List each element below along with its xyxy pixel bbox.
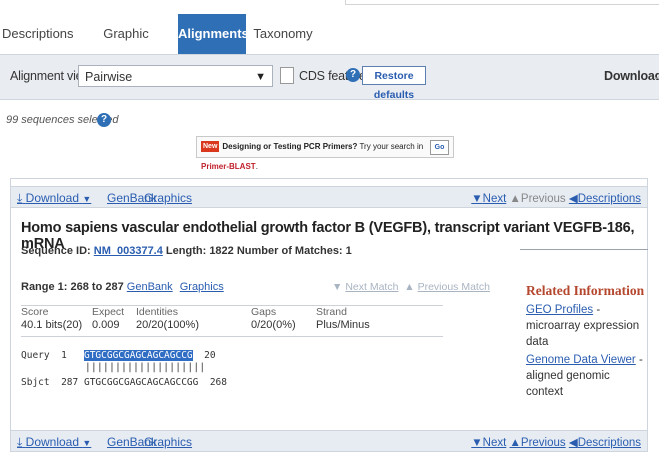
stat-header: Expect: [92, 306, 125, 318]
graphics-link[interactable]: Graphics: [144, 435, 192, 449]
stat-header: Strand: [316, 306, 347, 318]
download-link[interactable]: ⤓ Download ▼: [17, 191, 91, 206]
banner-text: Designing or Testing PCR Primers?: [222, 142, 358, 151]
new-badge: New: [201, 141, 220, 153]
primer-blast-banner[interactable]: New Designing or Testing PCR Primers? Try…: [196, 136, 454, 171]
range-line: Range 1: 268 to 287 GenBank Graphics: [21, 281, 224, 293]
subject-line: Sbjct 287 GTGCGGCGAGCAGCAGCCGG 268: [21, 377, 227, 388]
stat-header: Identities: [136, 306, 179, 318]
range-graphics-link[interactable]: Graphics: [180, 281, 224, 293]
alignment-view-select[interactable]: Pairwise ▼: [78, 65, 273, 87]
alignment-match-bars: ||||||||||||||||||||: [85, 362, 206, 373]
stat-value: 0.009: [92, 319, 120, 331]
hit-navigation: ▼Next ▲Previous ◀Descriptions: [471, 191, 641, 205]
primer-blast-link[interactable]: Primer-BLAST: [201, 162, 256, 171]
chevron-down-icon: ▼: [82, 194, 92, 204]
related-information: Related Information GEO Profiles - micro…: [526, 283, 648, 400]
query-sequence-selected[interactable]: GTGCGGCGAGCAGCAGCCG: [83, 350, 193, 361]
genome-data-viewer-link[interactable]: Genome Data Viewer: [526, 354, 636, 366]
hit-footer-bar: ⤓ Download ▼ GenBank Graphics ▼Next ▲Pre…: [10, 430, 648, 452]
related-heading: Related Information: [526, 283, 645, 298]
download-icon: ⤓: [17, 191, 23, 205]
result-tabs: Descriptions Graphic Summary Alignments …: [0, 14, 659, 77]
hit-navigation: ▼Next ▲Previous ◀Descriptions: [471, 435, 641, 449]
stat-header: Gaps: [251, 306, 277, 318]
cds-feature-checkbox[interactable]: [280, 67, 294, 84]
divider: [21, 336, 443, 337]
range-label: Range 1: 268 to 287: [21, 281, 124, 293]
tab-graphic-summary[interactable]: Graphic Summary: [84, 16, 168, 77]
banner-try-text: Try your search in: [359, 142, 424, 151]
next-link[interactable]: ▼Next: [471, 437, 506, 449]
range-genbank-link[interactable]: GenBank: [127, 281, 173, 293]
previous-match-link: ▲ Previous Match: [404, 281, 490, 293]
stat-value: 0/20(0%): [251, 319, 296, 331]
next-link[interactable]: ▼Next: [471, 193, 506, 205]
tab-descriptions[interactable]: Descriptions: [2, 16, 74, 52]
graphics-link[interactable]: Graphics: [144, 191, 192, 205]
go-button[interactable]: Go: [430, 140, 449, 155]
stat-value: 40.1 bits(20): [21, 319, 83, 331]
alignment-view-toolbar: Alignment view Pairwise ▼ CDS feature ? …: [0, 54, 659, 101]
descriptions-link[interactable]: ◀Descriptions: [569, 437, 641, 449]
next-match-link: ▼ Next Match: [332, 281, 399, 293]
query-line: Query 1 GTGCGGCGAGCAGCAGCCG 20: [21, 350, 216, 361]
stat-value: 20/20(100%): [136, 319, 199, 331]
help-icon[interactable]: ?: [97, 113, 111, 127]
descriptions-link[interactable]: ◀Descriptions: [569, 193, 641, 205]
tab-alignments[interactable]: Alignments: [178, 14, 249, 54]
stat-value: Plus/Minus: [316, 319, 370, 331]
sequence-info-line: Sequence ID: NM_003377.4 Length: 1822 Nu…: [21, 245, 352, 257]
tab-taxonomy[interactable]: Taxonomy: [252, 16, 314, 52]
top-edge-strip: [345, 0, 659, 5]
match-navigation: ▼ Next Match ▲ Previous Match: [332, 281, 490, 293]
chevron-down-icon: ▼: [255, 71, 266, 83]
hit-header-bar: ⤓ Download ▼ GenBank Graphics ▼Next ▲Pre…: [10, 186, 648, 208]
help-icon[interactable]: ?: [346, 68, 360, 82]
previous-link[interactable]: ▲Previous: [510, 437, 566, 449]
matches-value: 1: [345, 245, 352, 257]
download-menu[interactable]: Download: [604, 69, 659, 83]
length-value: 1822: [209, 245, 234, 257]
chevron-down-icon: ▼: [82, 438, 92, 448]
divider: [520, 249, 648, 250]
previous-link: ▲Previous: [509, 193, 566, 205]
download-icon: ⤓: [17, 435, 23, 449]
download-link[interactable]: ⤓ Download ▼: [17, 435, 91, 450]
sequence-id-link[interactable]: NM_003377.4: [94, 245, 163, 257]
stat-header: Score: [21, 306, 49, 318]
geo-profiles-link[interactable]: GEO Profiles: [526, 304, 593, 316]
divider: [21, 305, 443, 306]
alignment-view-value: Pairwise: [85, 70, 133, 84]
subject-sequence: GTGCGGCGAGCAGCAGCCGG: [83, 377, 199, 388]
chevron-down-icon: ⌄: [652, 70, 659, 82]
restore-defaults-button[interactable]: Restore defaults: [362, 66, 426, 101]
